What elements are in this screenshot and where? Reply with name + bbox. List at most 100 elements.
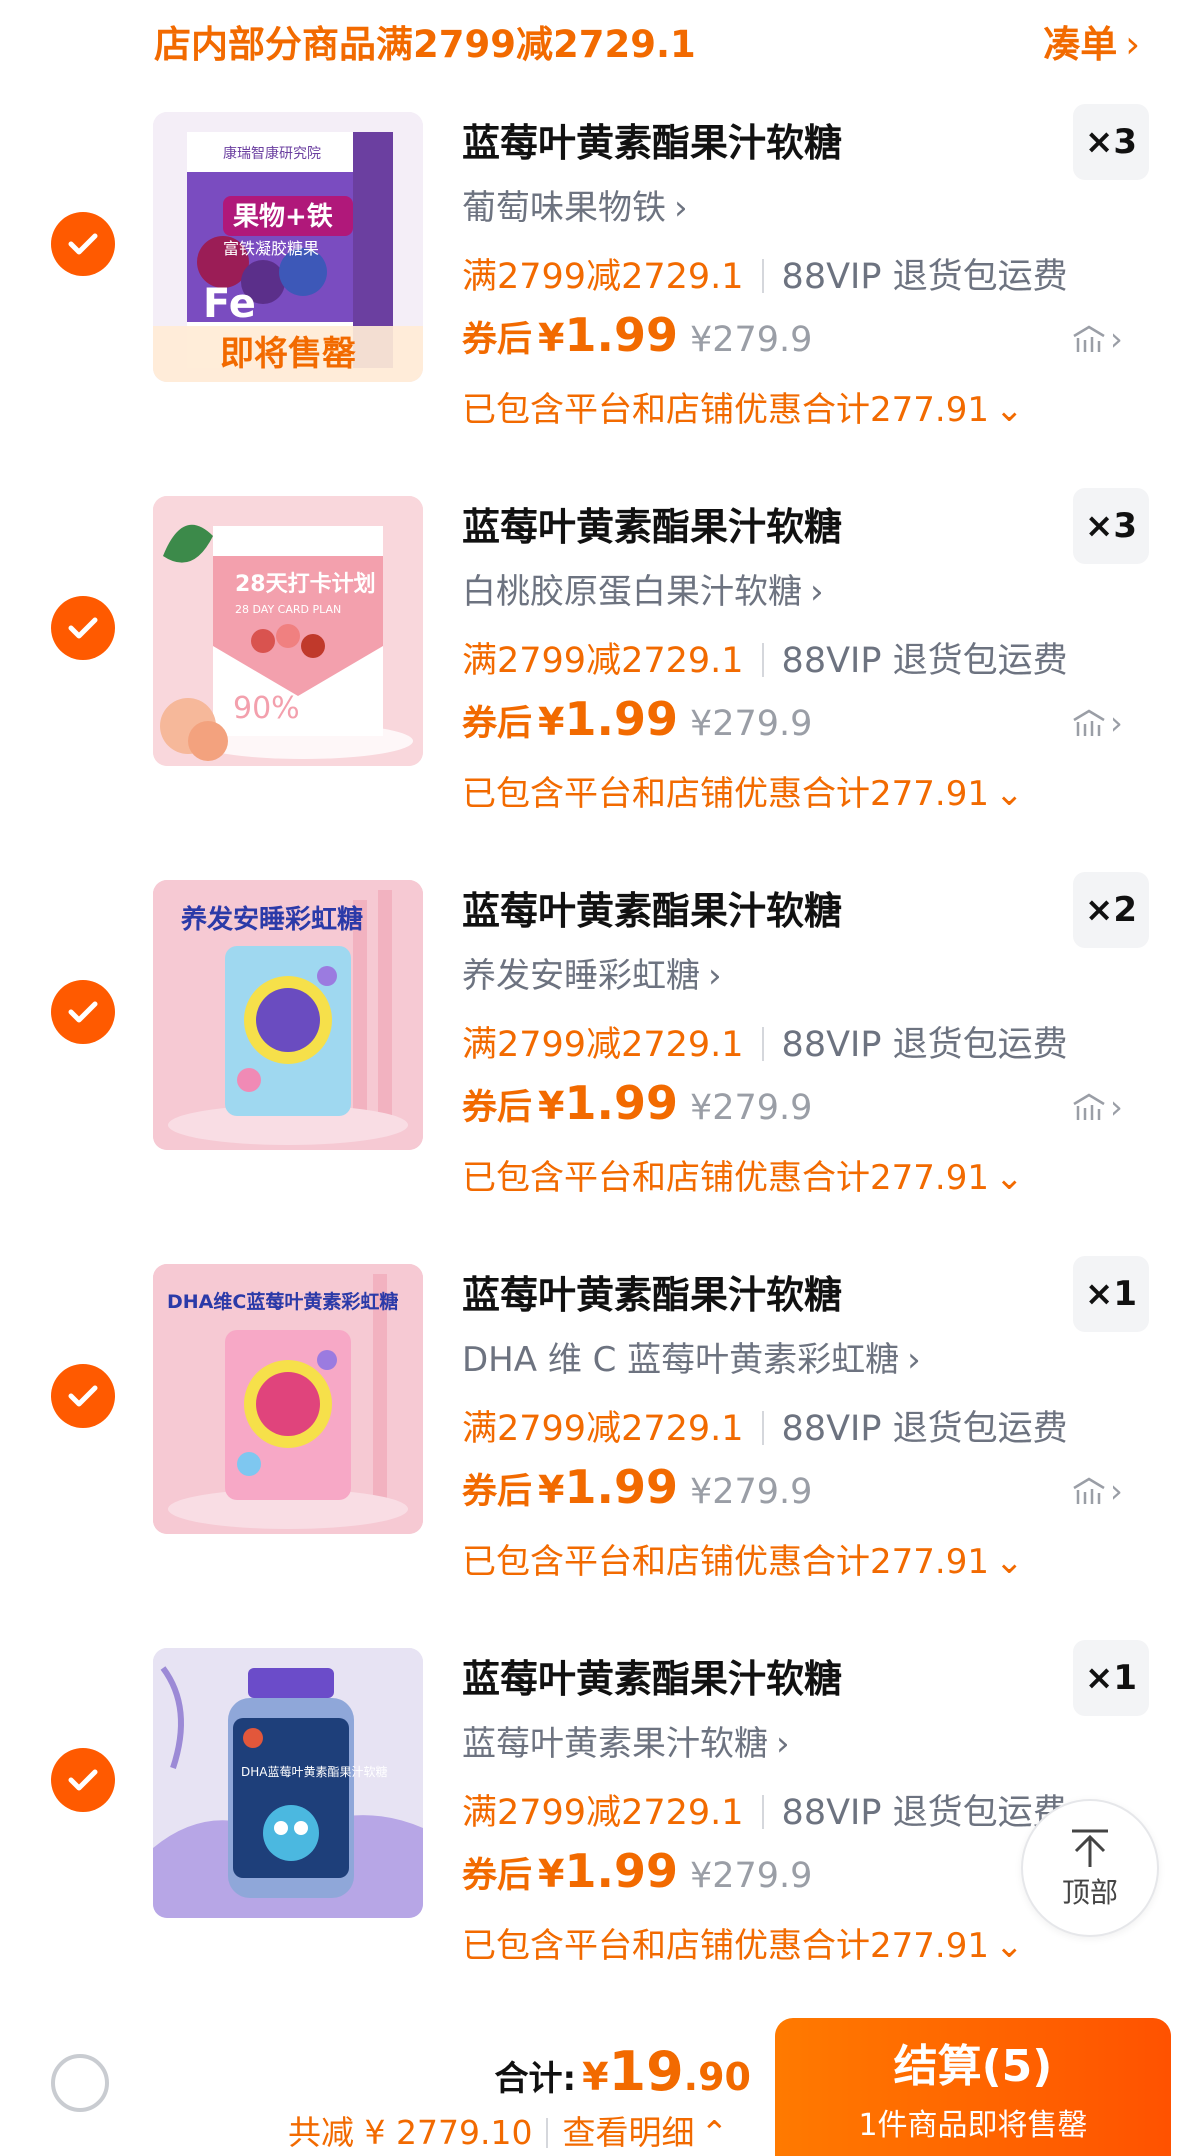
checkout-sub-label: 1件商品即将售罄 [858, 2108, 1088, 2143]
box-sub-text: 富铁凝胶糖果 [223, 239, 319, 258]
price-trend-button[interactable]: › [1072, 1088, 1123, 1126]
quantity-badge[interactable]: ×3 [1073, 104, 1149, 180]
vip-text: 88VIP 退货包运费 [781, 1409, 1068, 1449]
price-value: 1.99 [564, 308, 678, 362]
product-image[interactable]: DHA维C蓝莓叶黄素彩虹糖 [153, 1264, 423, 1534]
sku-selector[interactable]: 蓝莓叶黄素果汁软糖 › [462, 1716, 790, 1765]
original-price: ¥279.9 [689, 704, 813, 744]
quantity-badge[interactable]: ×2 [1073, 872, 1149, 948]
coupon-price-label: 券后 [462, 704, 533, 744]
cart-item: 28天打卡计划 28 DAY CARD PLAN 90% 蓝莓叶黄素酯果汁软糖 … [0, 488, 1200, 880]
checkout-bar: 合计: ¥19.90 共减 ¥ 2779.10 查看明细 ⌃ 结算(5) 1件商品即将… [0, 2010, 1200, 2156]
add-on-link[interactable]: 凑单 › [1043, 14, 1140, 68]
discount-note: 已包含平台和店铺优惠合计277.91 [462, 1158, 989, 1198]
discount-detail-toggle[interactable]: 已包含平台和店铺优惠合计277.91 ⌄ [462, 382, 1023, 431]
product-box-graphic: DHA蓝莓叶黄素酯果汁软糖 [153, 1648, 423, 1918]
chevron-right-icon: › [708, 956, 722, 996]
sku-selector[interactable]: 葡萄味果物铁 › [462, 180, 688, 229]
total-currency: ¥ [582, 2055, 609, 2099]
store-promo-text: 店内部分商品满2799减2729.1 [154, 23, 696, 66]
product-title[interactable]: 蓝莓叶黄素酯果汁软糖 [462, 496, 842, 551]
deal-text: 满2799减2729.1 [462, 1025, 744, 1065]
product-title[interactable]: 蓝莓叶黄素酯果汁软糖 [462, 1264, 842, 1319]
product-box-graphic: DHA维C蓝莓叶黄素彩虹糖 [153, 1264, 423, 1534]
price-line: 券后 ¥1.99 ¥279.9 [462, 308, 812, 362]
total-integer: 19 [608, 2040, 684, 2103]
original-price: ¥279.9 [689, 1856, 813, 1896]
product-image[interactable]: 养发安睡彩虹糖 [153, 880, 423, 1150]
back-to-top-button[interactable]: 顶部 [1021, 1799, 1159, 1937]
price-line: 券后 ¥1.99 ¥279.9 [462, 1844, 812, 1898]
check-icon [68, 1769, 98, 1791]
price-line: 券后 ¥1.99 ¥279.9 [462, 1460, 812, 1514]
item-checkbox[interactable] [51, 596, 115, 660]
chevron-right-icon: › [907, 1340, 921, 1380]
price-trend-icon [1073, 1477, 1105, 1504]
deal-text: 满2799减2729.1 [462, 641, 744, 681]
box-title-text: 28天打卡计划 [235, 572, 376, 597]
box-title-text: 果物+铁 [233, 201, 333, 232]
product-image[interactable]: DHA蓝莓叶黄素酯果汁软糖 [153, 1648, 423, 1918]
discount-detail-toggle[interactable]: 已包含平台和店铺优惠合计277.91 ⌄ [462, 1918, 1023, 1967]
product-title[interactable]: 蓝莓叶黄素酯果汁软糖 [462, 112, 842, 167]
price-currency: ¥ [538, 1084, 565, 1128]
item-promo-line: 满2799减2729.1 88VIP 退货包运费 [462, 1016, 1068, 1067]
select-all-checkbox[interactable] [51, 2054, 109, 2112]
product-title[interactable]: 蓝莓叶黄素酯果汁软糖 [462, 1648, 842, 1703]
sku-label: DHA 维 C 蓝莓叶黄素彩虹糖 [462, 1340, 900, 1380]
quantity-badge[interactable]: ×3 [1073, 488, 1149, 564]
price-trend-button[interactable]: › [1072, 320, 1123, 358]
check-icon [68, 233, 98, 255]
view-detail-link[interactable]: 查看明细 [562, 2113, 694, 2152]
divider [761, 1795, 764, 1829]
store-promo-bar: 店内部分商品满2799减2729.1 凑单 › [0, 0, 1200, 84]
total-decimal: .90 [683, 2055, 751, 2099]
chevron-right-icon: › [1110, 704, 1123, 742]
price-value: 1.99 [564, 1460, 678, 1514]
sku-selector[interactable]: DHA 维 C 蓝莓叶黄素彩虹糖 › [462, 1332, 921, 1381]
divider [761, 259, 764, 293]
price-value: 1.99 [564, 1076, 678, 1130]
saving-summary: 共减 ¥ 2779.10 查看明细 ⌃ [288, 2106, 728, 2154]
item-checkbox[interactable] [51, 980, 115, 1044]
price-currency: ¥ [538, 1852, 565, 1896]
discount-note: 已包含平台和店铺优惠合计277.91 [462, 1926, 989, 1966]
original-price: ¥279.9 [689, 1088, 813, 1128]
price-currency: ¥ [538, 316, 565, 360]
product-image[interactable]: 28天打卡计划 28 DAY CARD PLAN 90% [153, 496, 423, 766]
discount-detail-toggle[interactable]: 已包含平台和店铺优惠合计277.91 ⌄ [462, 766, 1023, 815]
cart-item: DHA蓝莓叶黄素酯果汁软糖 蓝莓叶黄素酯果汁软糖 ×1 蓝莓叶黄素果汁软糖 › 满… [0, 1640, 1200, 2032]
coupon-price-label: 券后 [462, 1856, 533, 1896]
price-trend-button[interactable]: › [1072, 1472, 1123, 1510]
product-image[interactable]: 康瑞智康研究院 果物+铁 富铁凝胶糖果 Fe 即将售罄 [153, 112, 423, 382]
quantity-badge[interactable]: ×1 [1073, 1640, 1149, 1716]
deal-text: 满2799减2729.1 [462, 257, 744, 297]
vip-text: 88VIP 退货包运费 [781, 641, 1068, 681]
sku-selector[interactable]: 白桃胶原蛋白果汁软糖 › [462, 564, 824, 613]
chevron-down-icon: ⌄ [994, 1926, 1024, 1966]
sku-selector[interactable]: 养发安睡彩虹糖 › [462, 948, 722, 997]
divider [761, 643, 764, 677]
item-checkbox[interactable] [51, 1748, 115, 1812]
price-value: 1.99 [564, 1844, 678, 1898]
item-checkbox[interactable] [51, 1364, 115, 1428]
price-trend-button[interactable]: › [1072, 704, 1123, 742]
discount-detail-toggle[interactable]: 已包含平台和店铺优惠合计277.91 ⌄ [462, 1150, 1023, 1199]
saving-amount: 共减 ¥ 2779.10 [288, 2113, 533, 2152]
checkout-button[interactable]: 结算(5) 1件商品即将售罄 [775, 2018, 1171, 2156]
chevron-right-icon: › [1110, 1472, 1123, 1510]
add-on-label: 凑单 [1043, 23, 1118, 66]
item-promo-line: 满2799减2729.1 88VIP 退货包运费 [462, 248, 1068, 299]
total-price: 合计: ¥19.90 [494, 2040, 751, 2103]
discount-note: 已包含平台和店铺优惠合计277.91 [462, 390, 989, 430]
product-box-graphic: 28天打卡计划 28 DAY CARD PLAN 90% [153, 496, 423, 766]
back-to-top-label: 顶部 [1061, 1876, 1118, 1909]
product-box-graphic: 养发安睡彩虹糖 [153, 880, 423, 1150]
discount-detail-toggle[interactable]: 已包含平台和店铺优惠合计277.91 ⌄ [462, 1534, 1023, 1583]
cart-page: 店内部分商品满2799减2729.1 凑单 › 康瑞智康研究院 果物+铁 富铁凝胶… [0, 0, 1200, 2156]
jar-label-text: DHA蓝莓叶黄素酯果汁软糖 [241, 1764, 387, 1779]
item-checkbox[interactable] [51, 212, 115, 276]
product-title[interactable]: 蓝莓叶黄素酯果汁软糖 [462, 880, 842, 935]
price-value: 1.99 [564, 692, 678, 746]
quantity-badge[interactable]: ×1 [1073, 1256, 1149, 1332]
